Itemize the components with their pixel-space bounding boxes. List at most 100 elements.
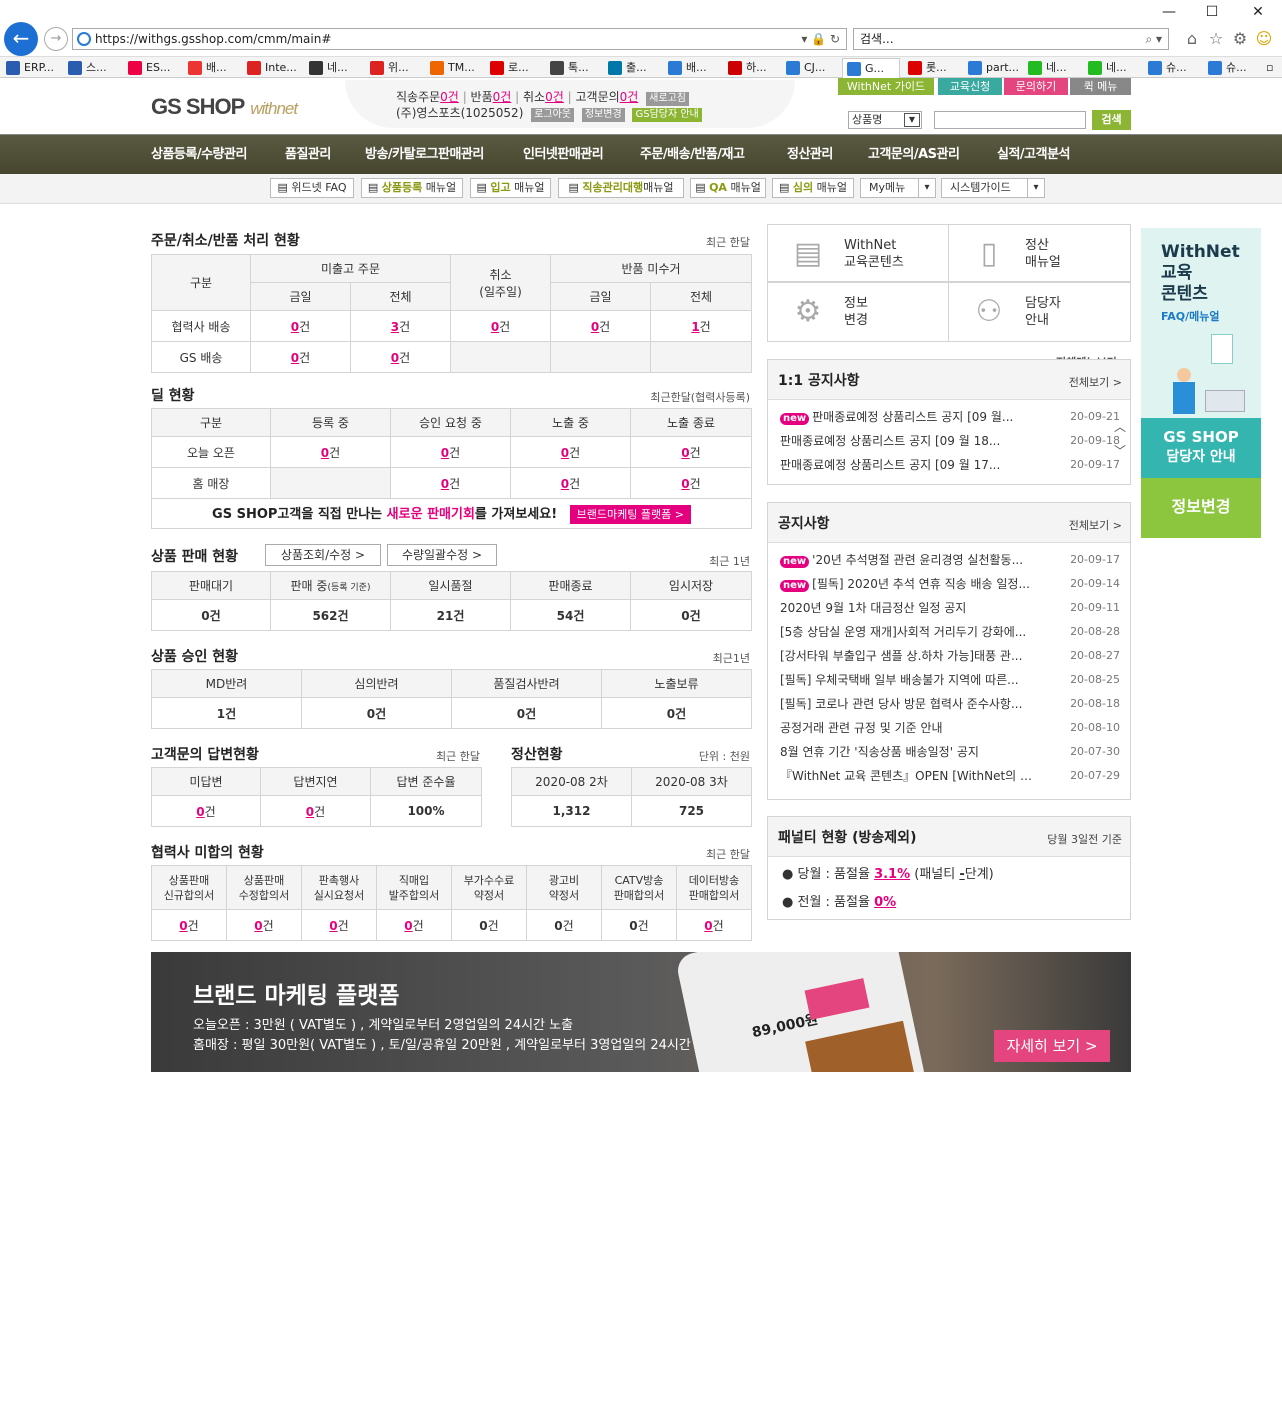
- settle-cell[interactable]: 725: [631, 795, 752, 827]
- side-ad-gs-manager[interactable]: GS SHOP 담당자 안내: [1141, 418, 1261, 478]
- back-button[interactable]: ←: [4, 22, 38, 56]
- qty-bulk-edit-button[interactable]: 수량일괄수정 >: [387, 544, 497, 566]
- approval-cell[interactable]: 1건: [151, 697, 302, 729]
- browser-tab[interactable]: ES...: [124, 58, 182, 78]
- browser-tab[interactable]: 네...: [305, 58, 363, 78]
- product-manual-button[interactable]: ▤ 상품등록 매뉴얼: [361, 178, 463, 198]
- info-change-button[interactable]: 정보변경: [581, 108, 625, 122]
- favorites-star-icon[interactable]: ☆: [1206, 29, 1226, 49]
- nav-quality[interactable]: 품질관리: [285, 135, 331, 175]
- side-ad-banner[interactable]: WithNet 교육 콘텐츠 FAQ/메뉴얼 GS SHOP 담당자 안내 정보변경: [1141, 228, 1261, 538]
- notice-item[interactable]: 8월 연휴 기간 '직송상품 배송일정' 공지 20-07-30: [780, 743, 1120, 761]
- browser-tab[interactable]: 배...: [184, 58, 242, 78]
- withnet-guide-button[interactable]: WithNet 가이드: [838, 78, 934, 95]
- new-tab-icon[interactable]: ▫: [1262, 58, 1280, 78]
- browser-tab[interactable]: 배...: [664, 58, 722, 78]
- manager-info-button[interactable]: GS담당자 안내: [632, 108, 702, 122]
- browser-tab[interactable]: 스...: [64, 58, 122, 78]
- faq-button[interactable]: ▤ 위드넷 FAQ: [270, 178, 354, 198]
- notice-item[interactable]: 공정거래 관련 규정 및 기준 안내 20-08-10: [780, 719, 1120, 737]
- deals-cell[interactable]: 0건: [270, 436, 391, 468]
- sales-cell[interactable]: 54건: [510, 599, 631, 631]
- browser-tab[interactable]: 네...: [1084, 58, 1142, 78]
- orders-cell[interactable]: 0건: [349, 341, 452, 373]
- direct-delivery-manual-button[interactable]: ▤ 직송관리대행매뉴얼: [558, 178, 684, 198]
- minimize-icon[interactable]: —: [1157, 4, 1181, 24]
- cancel-count[interactable]: 0건: [545, 90, 564, 104]
- orders-cell[interactable]: 3건: [349, 310, 452, 342]
- home-icon[interactable]: ⌂: [1182, 29, 1202, 49]
- sales-cell[interactable]: 0건: [151, 599, 271, 631]
- notice-item[interactable]: new [필독] 2020년 추석 연휴 직송 배송 일정... 20-09-14: [780, 575, 1120, 593]
- notice11-more-link[interactable]: 전체보기 >: [1069, 374, 1122, 390]
- return-count[interactable]: 0건: [493, 90, 512, 104]
- nav-performance[interactable]: 실적/고객분석: [997, 135, 1071, 175]
- brand-marketing-button[interactable]: 브랜드마케팅 플랫폼 >: [569, 505, 691, 524]
- browser-tab[interactable]: 위...: [366, 58, 424, 78]
- browser-tab[interactable]: 출...: [604, 58, 662, 78]
- agreement-cell[interactable]: 0건: [226, 909, 302, 941]
- nav-order-delivery[interactable]: 주문/배송/반품/재고: [640, 135, 745, 175]
- product-search-button[interactable]: 검색: [1092, 110, 1131, 130]
- product-search-input[interactable]: [934, 111, 1086, 129]
- browser-tab[interactable]: 슈...: [1144, 58, 1202, 78]
- nav-customer-inquiry[interactable]: 고객문의/AS관리: [868, 135, 960, 175]
- cs-cell[interactable]: 0건: [260, 795, 371, 827]
- sales-cell[interactable]: 21건: [390, 599, 511, 631]
- deals-cell[interactable]: 0건: [510, 436, 631, 468]
- agreement-cell[interactable]: 0건: [376, 909, 452, 941]
- quick-menu-button[interactable]: 퀵 메뉴: [1070, 78, 1131, 95]
- cs-cell[interactable]: 0건: [151, 795, 261, 827]
- nav-internet-sales[interactable]: 인터넷판매관리: [523, 135, 604, 175]
- deals-cell[interactable]: 0건: [390, 436, 511, 468]
- approval-cell[interactable]: 0건: [451, 697, 602, 729]
- brand-marketing-banner[interactable]: 브랜드 마케팅 플랫폼 오늘오픈 : 3만원 ( VAT별도 ) , 계약일로부…: [151, 952, 1131, 1072]
- search-icon[interactable]: ⌕ ▾: [1145, 29, 1162, 49]
- close-window-icon[interactable]: ✕: [1246, 4, 1270, 24]
- education-apply-button[interactable]: 교육신청: [938, 78, 1002, 95]
- notice-item[interactable]: 판매종료예정 상품리스트 공지 [09 월 17... 20-09-17: [780, 456, 1120, 474]
- approval-cell[interactable]: 0건: [301, 697, 452, 729]
- browser-tab[interactable]: part...: [964, 58, 1022, 78]
- review-manual-button[interactable]: ▤ 심의 매뉴얼: [772, 178, 854, 198]
- notice-item[interactable]: 판매종료예정 상품리스트 공지 [09 월 18... 20-09-18: [780, 432, 1120, 450]
- deals-cell[interactable]: 0건: [390, 467, 511, 499]
- sales-cell[interactable]: 0건: [630, 599, 752, 631]
- browser-tab[interactable]: 롯...: [904, 58, 962, 78]
- settle-cell[interactable]: 1,312: [511, 795, 632, 827]
- agreement-cell[interactable]: 0건: [301, 909, 377, 941]
- qa-manual-button[interactable]: ▤ QA 매뉴얼: [690, 178, 766, 198]
- browser-tab[interactable]: G...: [842, 58, 900, 78]
- browser-search-field[interactable]: 검색... ⌕ ▾: [853, 28, 1169, 50]
- info-change-link[interactable]: ⚙ 정보 변경: [767, 282, 949, 342]
- system-guide-select[interactable]: 시스템가이드: [941, 178, 1045, 198]
- approval-cell[interactable]: 0건: [601, 697, 752, 729]
- browser-tab[interactable]: 톡...: [546, 58, 604, 78]
- inbound-manual-button[interactable]: ▤ 입고 매뉴얼: [470, 178, 551, 198]
- gsshop-logo[interactable]: GS SHOP withnet: [151, 94, 298, 120]
- nav-broadcast-catalog[interactable]: 방송/카탈로그판매관리: [365, 135, 484, 175]
- browser-tab[interactable]: ERP...: [2, 58, 60, 78]
- browser-tab[interactable]: 로...: [486, 58, 544, 78]
- product-edit-button[interactable]: 상품조회/수정 >: [265, 544, 381, 566]
- orders-cell[interactable]: 0건: [550, 310, 652, 342]
- deals-cell[interactable]: 0건: [630, 467, 752, 499]
- deals-cell[interactable]: 0건: [630, 436, 752, 468]
- notice-item[interactable]: [5층 상담실 운영 재개]사회적 거리두기 강화에... 20-08-28: [780, 623, 1120, 641]
- settlement-manual-link[interactable]: ▯ 정산 매뉴얼: [948, 224, 1131, 282]
- orders-cell[interactable]: 1건: [650, 310, 753, 342]
- inquiry-button[interactable]: 문의하기: [1004, 78, 1068, 95]
- notice-item[interactable]: [필독] 코로나 관련 당사 방문 협력사 준수사항... 20-08-18: [780, 695, 1120, 713]
- notice-item[interactable]: new 판매종료예정 상품리스트 공지 [09 월... 20-09-21: [780, 408, 1120, 426]
- notice-item[interactable]: [필독] 우체국택배 일부 배송불가 지역에 따른... 20-08-25: [780, 671, 1120, 689]
- inquiry-count[interactable]: 0건: [620, 90, 639, 104]
- browser-tab[interactable]: 슈...: [1204, 58, 1262, 78]
- nav-product-registration[interactable]: 상품등록/수량관리: [151, 135, 247, 175]
- notice-more-link[interactable]: 전체보기 >: [1069, 517, 1122, 533]
- browser-tab[interactable]: Inte...: [243, 58, 301, 78]
- banner-detail-button[interactable]: 자세히 보기 >: [994, 1030, 1110, 1062]
- orders-cell[interactable]: 0건: [250, 310, 351, 342]
- my-menu-select[interactable]: My메뉴: [860, 178, 936, 198]
- notice-item[interactable]: 2020년 9월 1차 대금정산 일정 공지 20-09-11: [780, 599, 1120, 617]
- agreement-cell[interactable]: 0건: [676, 909, 752, 941]
